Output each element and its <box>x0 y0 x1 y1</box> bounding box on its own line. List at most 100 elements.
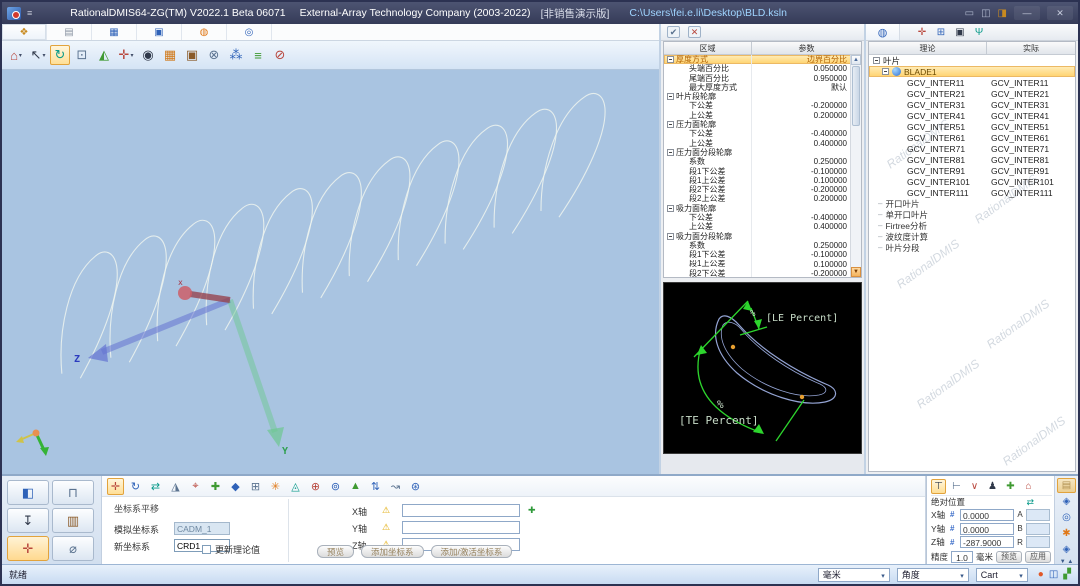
cad-viewport[interactable]: x Z Y <box>2 70 659 474</box>
param-value[interactable]: 0.100000 <box>752 260 861 269</box>
param-row[interactable]: 叶片段轮廓 <box>664 92 861 101</box>
b-angle-value[interactable] <box>1026 523 1050 535</box>
param-value[interactable]: 默认 <box>752 83 861 92</box>
collapse-icon[interactable] <box>667 56 674 63</box>
param-row[interactable]: 厚度方式 边界百分比 <box>664 55 861 64</box>
param-row[interactable]: 系数 0.250000 <box>664 241 861 250</box>
probe-tool-icon[interactable]: ◫ <box>1049 569 1058 580</box>
param-row[interactable]: 段2上公差 0.200000 <box>664 194 861 203</box>
csys-iterative-icon[interactable]: ⊞ <box>247 478 264 495</box>
tree-feature-row[interactable]: GCV_INTER91 GCV_INTER91 <box>869 165 1075 176</box>
eye-visibility-icon[interactable]: ◉ <box>138 45 158 65</box>
tab-report[interactable]: ▤ <box>47 24 92 40</box>
y-offset-input[interactable] <box>402 521 520 534</box>
report-grid-icon[interactable]: ⊞ <box>933 25 949 39</box>
tree-feature-row[interactable]: GCV_INTER11 GCV_INTER11 <box>869 77 1075 88</box>
tab-display[interactable]: ▣ <box>137 24 182 40</box>
csys-machine-icon[interactable]: ⊕ <box>307 478 324 495</box>
quick-menu-icon[interactable]: ≡ <box>27 8 32 18</box>
param-row[interactable]: 段2下公差 -0.200000 <box>664 269 861 278</box>
delete-feature-icon[interactable]: ⊗ <box>204 45 224 65</box>
coordinate-axes-icon[interactable]: ✛ <box>116 45 136 65</box>
param-row[interactable]: 压力面分段轮廓 <box>664 148 861 157</box>
r-angle-value[interactable] <box>1026 536 1050 548</box>
z-position-value[interactable]: -287.9000 <box>960 536 1014 548</box>
csys-save-icon[interactable]: ⇅ <box>367 478 384 495</box>
csys-rotate-icon[interactable]: ↻ <box>127 478 144 495</box>
scroll-down-icon[interactable]: ▼ <box>851 267 861 277</box>
snapshot-icon[interactable]: ▣ <box>182 45 202 65</box>
column-region[interactable]: 区域 <box>664 42 752 54</box>
machine-link-icon[interactable]: ▞ <box>1063 569 1071 580</box>
zoom-window-icon[interactable]: ⊡ <box>72 45 92 65</box>
param-value[interactable]: 0.250000 <box>752 241 861 250</box>
probe-disable-icon[interactable]: ⊘ <box>270 45 290 65</box>
position-apply-button[interactable]: 应用 <box>1025 551 1051 563</box>
param-row[interactable]: 段2下公差 -0.200000 <box>664 185 861 194</box>
param-row[interactable]: 下公差 -0.400000 <box>664 129 861 138</box>
update-theoretical-checkbox[interactable] <box>202 545 211 554</box>
coordinate-system-button[interactable]: ✛ <box>7 536 49 561</box>
csys-axis-point-icon[interactable]: ✚ <box>207 478 224 495</box>
param-value[interactable] <box>752 148 861 157</box>
scroll-thumb[interactable] <box>852 66 860 126</box>
tree-module-item[interactable]: – 波纹度计算 <box>869 231 1075 242</box>
tree-feature-row[interactable]: GCV_INTER71 GCV_INTER71 <box>869 143 1075 154</box>
param-row[interactable]: 头端百分比 0.050000 <box>664 64 861 73</box>
tool-settings-icon[interactable]: ◨ <box>998 8 1007 19</box>
param-value[interactable]: -0.100000 <box>752 167 861 176</box>
a-angle-value[interactable] <box>1026 509 1050 521</box>
param-value[interactable]: 边界百分比 <box>752 55 861 64</box>
camera-capture-icon[interactable]: ▣ <box>952 25 968 39</box>
param-value[interactable]: 0.200000 <box>752 194 861 203</box>
scroll-up-icon[interactable]: ▲ <box>851 55 861 65</box>
param-value[interactable]: -0.200000 <box>752 185 861 194</box>
csys-swap-axes-icon[interactable]: ⇄ <box>147 478 164 495</box>
csys-part-icon[interactable]: ⊚ <box>327 478 344 495</box>
add-csys-button[interactable]: 添加坐标系 <box>361 545 424 558</box>
param-row[interactable]: 上公差 0.400000 <box>664 222 861 231</box>
param-value[interactable]: -0.200000 <box>752 101 861 110</box>
vector-move-icon[interactable]: ∨ <box>967 479 982 494</box>
param-row[interactable]: 段1上公差 0.100000 <box>664 176 861 185</box>
param-value[interactable]: 0.050000 <box>752 64 861 73</box>
machine-button[interactable]: ◧ <box>7 480 49 505</box>
param-row[interactable]: 吸力面轮廓 <box>664 204 861 213</box>
y-position-value[interactable]: 0.0000 <box>960 523 1014 535</box>
probe-manage-icon[interactable]: ◈ <box>1057 542 1076 557</box>
settings-gear-icon[interactable]: ✱ <box>1057 526 1076 541</box>
csys-cad-align-icon[interactable]: ▲ <box>347 478 364 495</box>
param-value[interactable] <box>752 232 861 241</box>
tree-feature-row[interactable]: GCV_INTER41 GCV_INTER41 <box>869 110 1075 121</box>
tree-feature-row[interactable]: GCV_INTER21 GCV_INTER21 <box>869 88 1075 99</box>
close-button[interactable]: ✕ <box>1047 6 1073 20</box>
app-logo-icon[interactable] <box>7 7 21 20</box>
collapse-icon[interactable] <box>667 121 674 128</box>
collapse-icon[interactable] <box>882 68 889 75</box>
param-row[interactable]: 吸力面分段轮廓 <box>664 232 861 241</box>
param-value[interactable]: -0.400000 <box>752 213 861 222</box>
param-value[interactable]: 0.400000 <box>752 222 861 231</box>
csys-translate-icon[interactable]: ✛ <box>107 478 124 495</box>
sim-csys-input[interactable] <box>174 522 230 535</box>
param-value[interactable]: 0.400000 <box>752 139 861 148</box>
csys-321-icon[interactable]: ◮ <box>167 478 184 495</box>
collapse-icon[interactable] <box>667 205 674 212</box>
quick-align-icon[interactable]: ✛ <box>914 25 930 39</box>
fixture-button[interactable]: ⊓ <box>52 480 94 505</box>
refresh-position-icon[interactable]: ⇄ <box>1026 497 1034 508</box>
fit-view-icon[interactable]: ◭ <box>94 45 114 65</box>
blade-module-tab-icon[interactable]: ◍ <box>866 24 900 40</box>
x-position-value[interactable]: 0.0000 <box>960 509 1014 521</box>
param-value[interactable]: -0.100000 <box>752 250 861 259</box>
param-value[interactable] <box>752 92 861 101</box>
layout-windows-icon[interactable]: ▭ <box>965 8 974 19</box>
param-row[interactable]: 段1下公差 -0.100000 <box>664 250 861 259</box>
length-unit-select[interactable]: 毫米 <box>818 568 890 582</box>
part-display-icon[interactable]: ▤ <box>1057 478 1076 493</box>
param-row[interactable]: 下公差 -0.400000 <box>664 213 861 222</box>
collapse-icon[interactable] <box>667 93 674 100</box>
close-panel-icon[interactable]: ✕ <box>688 26 701 38</box>
collapse-icon[interactable] <box>667 149 674 156</box>
add-position-icon[interactable]: ✚ <box>1003 479 1018 494</box>
